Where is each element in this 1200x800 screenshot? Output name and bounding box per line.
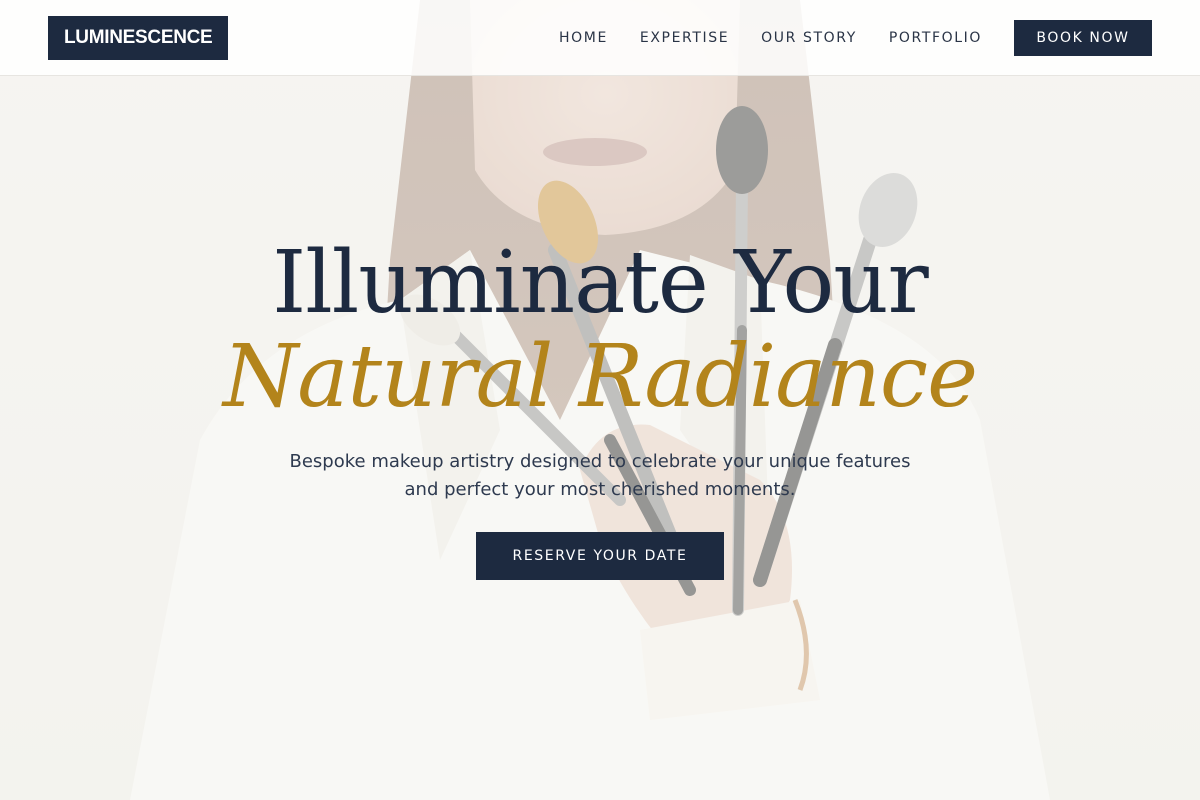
hero-headline-line-2: Natural Radiance bbox=[223, 327, 978, 427]
reserve-date-button[interactable]: RESERVE YOUR DATE bbox=[476, 532, 724, 580]
logo[interactable]: LUMINESCENCE bbox=[48, 16, 229, 60]
hero-section: Illuminate Your Natural Radiance Bespoke… bbox=[0, 0, 1200, 800]
page: LUMINESCENCE HOME EXPERTISE OUR STORY PO… bbox=[0, 0, 1200, 800]
nav-expertise[interactable]: EXPERTISE bbox=[640, 30, 729, 46]
nav-our-story[interactable]: OUR STORY bbox=[761, 30, 857, 46]
nav-portfolio[interactable]: PORTFOLIO bbox=[889, 30, 982, 46]
hero-subtitle: Bespoke makeup artistry designed to cele… bbox=[289, 451, 911, 500]
main-nav: HOME EXPERTISE OUR STORY PORTFOLIO BOOK … bbox=[559, 0, 1152, 76]
site-header: LUMINESCENCE HOME EXPERTISE OUR STORY PO… bbox=[0, 0, 1200, 76]
nav-home[interactable]: HOME bbox=[559, 30, 608, 46]
book-now-button[interactable]: BOOK NOW bbox=[1014, 20, 1152, 56]
